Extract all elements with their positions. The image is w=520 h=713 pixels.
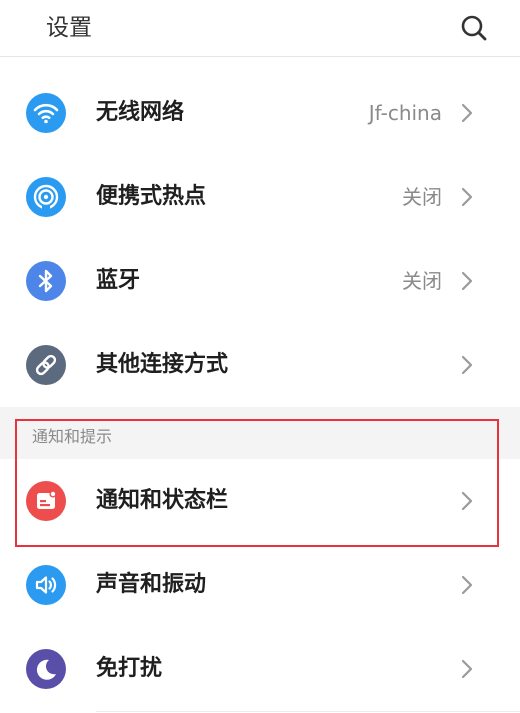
- settings-item-other-connections[interactable]: 其他连接方式: [0, 323, 520, 407]
- settings-item-sound[interactable]: 声音和振动: [0, 543, 520, 627]
- section-header: 通知和提示: [0, 407, 520, 459]
- search-icon: [461, 15, 487, 41]
- top-bar: 设置: [0, 0, 520, 57]
- settings-item-hotspot[interactable]: 便携式热点 关闭: [0, 155, 520, 239]
- link-icon: [26, 345, 66, 385]
- settings-item-label: 免打扰: [96, 656, 163, 681]
- notification-icon: [26, 481, 66, 521]
- chevron-right-icon: [461, 271, 473, 291]
- settings-item-value: 关闭: [402, 269, 442, 293]
- chevron-right-icon: [461, 659, 473, 679]
- section-title: 通知和提示: [32, 427, 113, 446]
- settings-item-label: 通知和状态栏: [96, 488, 229, 513]
- chevron-right-icon: [461, 355, 473, 375]
- moon-icon: [26, 649, 66, 689]
- settings-item-value: Jf-china: [368, 101, 442, 125]
- chevron-right-icon: [461, 491, 473, 511]
- settings-item-label: 便携式热点: [96, 184, 207, 209]
- search-button[interactable]: [456, 10, 492, 46]
- settings-item-value: 关闭: [402, 185, 442, 209]
- chevron-right-icon: [461, 575, 473, 595]
- settings-item-label: 声音和振动: [96, 572, 207, 597]
- settings-item-label: 蓝牙: [96, 268, 141, 293]
- settings-item-label: 其他连接方式: [96, 352, 229, 377]
- page-title: 设置: [46, 15, 92, 41]
- settings-item-notifications[interactable]: 通知和状态栏: [0, 459, 520, 543]
- wifi-icon: [26, 93, 66, 133]
- settings-item-wifi[interactable]: 无线网络 Jf-china: [0, 71, 520, 155]
- settings-item-label: 无线网络: [96, 100, 185, 125]
- chevron-right-icon: [461, 103, 473, 123]
- chevron-right-icon: [461, 187, 473, 207]
- settings-screen: 设置 无线网络 Jf-china 便携式热点 关闭 蓝牙 关闭 其他连接方式 通…: [0, 0, 520, 713]
- hotspot-icon: [26, 177, 66, 217]
- volume-icon: [26, 565, 66, 605]
- bluetooth-icon: [26, 261, 66, 301]
- settings-item-do-not-disturb[interactable]: 免打扰: [0, 627, 520, 711]
- settings-item-bluetooth[interactable]: 蓝牙 关闭: [0, 239, 520, 323]
- divider: [96, 711, 520, 712]
